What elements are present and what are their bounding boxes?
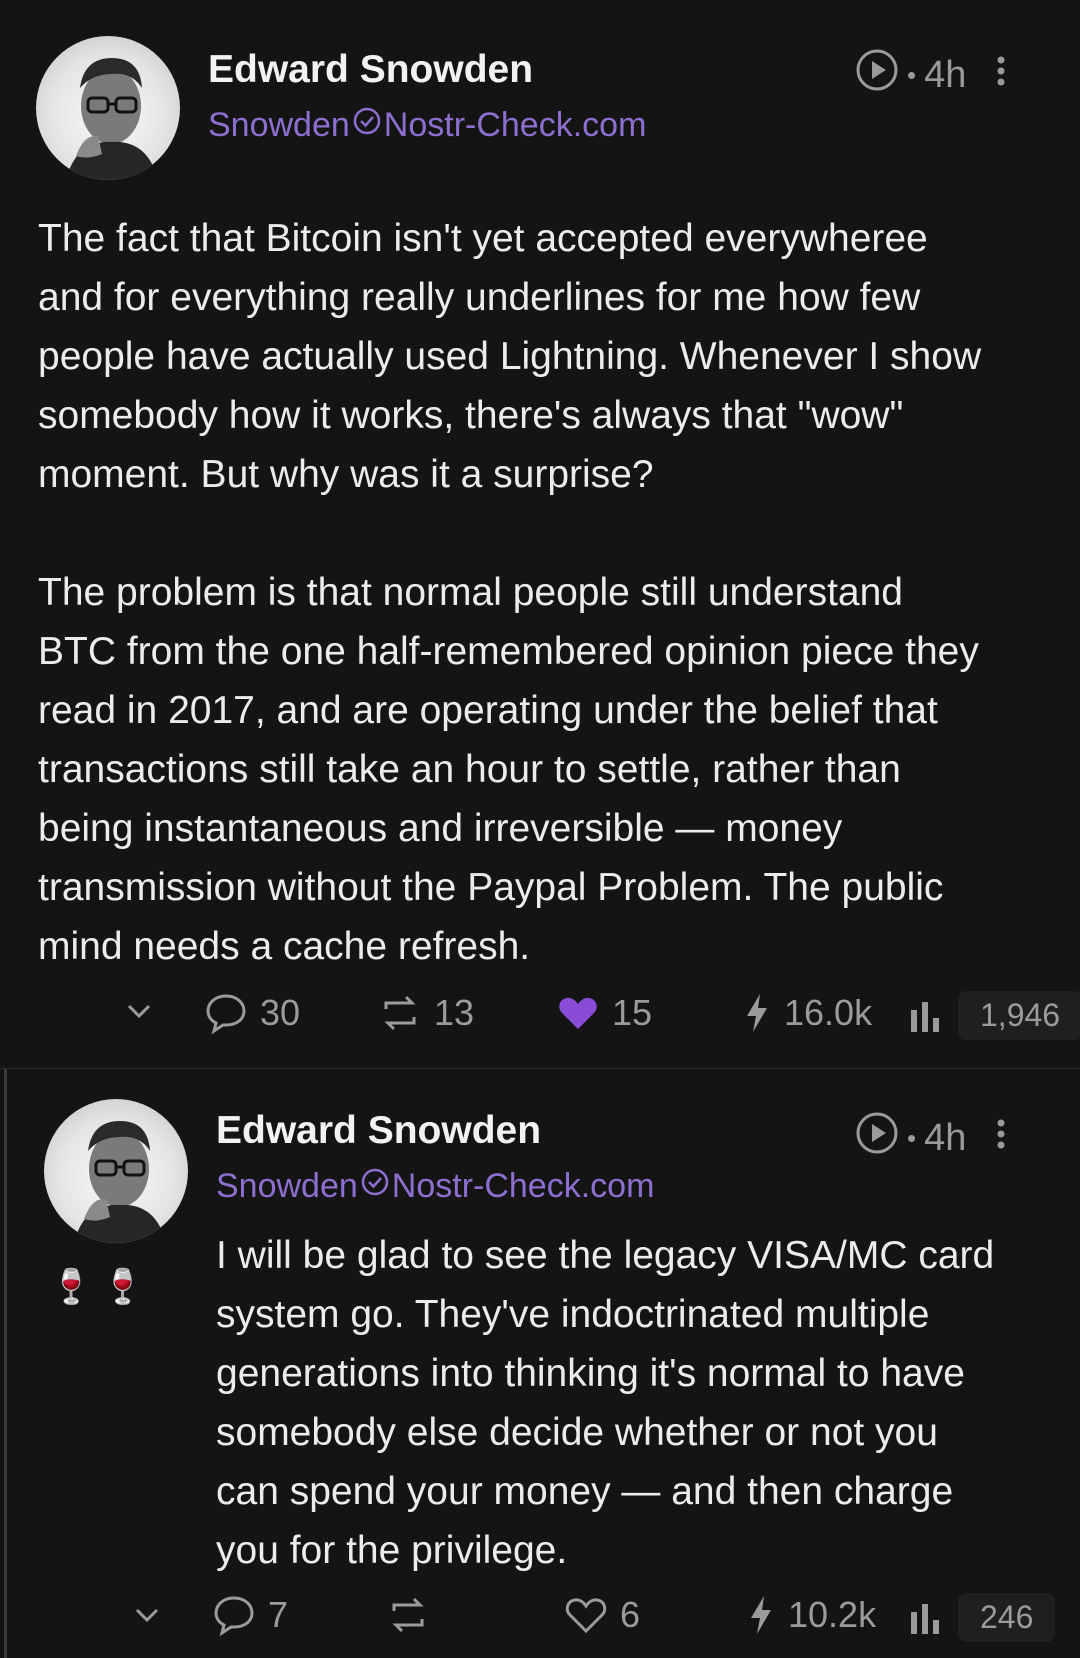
zap-button[interactable]: 10.2k [746,1593,876,1637]
handle-domain: Nostr-Check.com [391,1167,655,1205]
post-actions: 7 6 10.2k 246 [0,1593,1080,1653]
post-meta: • 4h [855,48,1006,102]
reply-count: 30 [260,992,301,1033]
repost-icon [384,995,416,1031]
heart-filled-icon [559,997,597,1029]
play-icon[interactable] [855,48,899,102]
more-options-icon[interactable] [996,54,1006,97]
avatar[interactable] [44,1099,188,1243]
post-time: 4h [924,1116,967,1159]
reply-count: 7 [268,1594,289,1635]
author-handle[interactable]: Snowden Nostr-Check.com [216,1167,654,1206]
post-content: I will be glad to see the legacy VISA/MC… [216,1234,995,1572]
comment-icon [206,994,246,1035]
reply-button[interactable]: 30 [204,991,300,1035]
post-time: 4h [924,53,967,96]
repost-count: 13 [434,992,475,1033]
post-actions: 30 13 15 16.0k 1,946 [0,991,1080,1051]
avatar[interactable] [36,36,180,180]
heart-outline-icon [565,1598,607,1634]
views-button[interactable]: 1,946 [908,991,1080,1040]
thread-line [4,1069,7,1658]
lightning-icon [747,994,767,1032]
handle-user: Snowden [208,106,350,144]
post-item[interactable]: 🍷 🍷 Edward Snowden Snowden Nostr-Check.c… [0,1068,1080,1658]
handle-user: Snowden [216,1167,358,1205]
bar-chart-icon [911,1001,939,1032]
lightning-icon [751,1596,771,1634]
zap-button[interactable]: 16.0k [742,991,872,1035]
repost-button[interactable] [386,1593,442,1637]
expand-chevron-icon[interactable] [124,1001,154,1021]
verified-icon [352,106,382,145]
like-count: 6 [620,1594,641,1635]
verified-icon [360,1167,390,1206]
like-button[interactable]: 15 [556,991,652,1035]
avatar-portrait-icon [66,58,158,180]
views-button[interactable]: 246 [908,1593,1056,1642]
handle-domain: Nostr-Check.com [383,106,647,144]
expand-chevron-icon[interactable] [132,1605,162,1625]
zap-amount: 16.0k [784,992,873,1033]
reply-button[interactable]: 7 [212,1593,288,1637]
post-item[interactable]: Edward Snowden Snowden Nostr-Check.com •… [0,0,1080,1068]
badge-glasses: 🍷 🍷 [50,1268,145,1306]
post-meta: • 4h [855,1111,1006,1165]
view-count: 1,946 [958,991,1080,1040]
bar-chart-icon [911,1603,939,1634]
like-button[interactable]: 6 [564,1593,640,1637]
repost-button[interactable]: 13 [378,991,474,1035]
author-name[interactable]: Edward Snowden [208,48,533,92]
post-content: The fact that Bitcoin isn't yet accepted… [38,217,982,968]
play-icon[interactable] [855,1111,899,1165]
repost-icon [392,1597,424,1633]
zap-amount: 10.2k [788,1594,877,1635]
view-count: 246 [958,1593,1056,1642]
author-name[interactable]: Edward Snowden [216,1109,541,1153]
separator-dot: • [907,59,917,90]
avatar-portrait-icon [74,1121,166,1243]
separator-dot: • [907,1122,917,1153]
more-options-icon[interactable] [996,1117,1006,1160]
like-count: 15 [612,992,653,1033]
comment-icon [214,1596,254,1637]
author-handle[interactable]: Snowden Nostr-Check.com [208,106,646,145]
